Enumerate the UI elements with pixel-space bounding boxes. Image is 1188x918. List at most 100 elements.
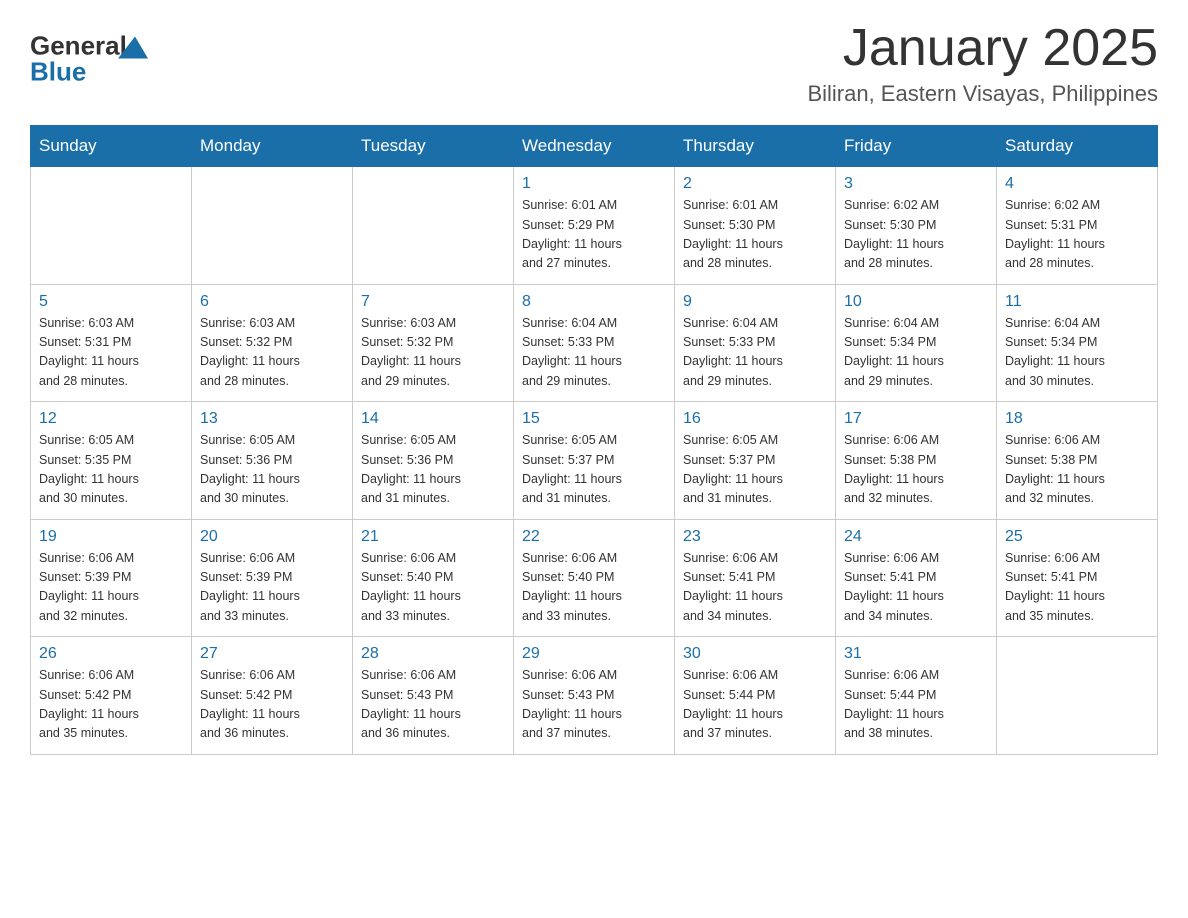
- day-info: Sunrise: 6:06 AM Sunset: 5:38 PM Dayligh…: [1005, 431, 1149, 509]
- day-info: Sunrise: 6:05 AM Sunset: 5:37 PM Dayligh…: [522, 431, 666, 509]
- day-info: Sunrise: 6:06 AM Sunset: 5:41 PM Dayligh…: [1005, 549, 1149, 627]
- day-info: Sunrise: 6:01 AM Sunset: 5:30 PM Dayligh…: [683, 196, 827, 274]
- day-info: Sunrise: 6:06 AM Sunset: 5:39 PM Dayligh…: [39, 549, 183, 627]
- col-wednesday: Wednesday: [514, 126, 675, 167]
- day-number: 4: [1005, 175, 1149, 193]
- table-row: 21 Sunrise: 6:06 AM Sunset: 5:40 PM Dayli…: [353, 519, 514, 637]
- day-info: Sunrise: 6:04 AM Sunset: 5:33 PM Dayligh…: [683, 314, 827, 392]
- table-row: [353, 167, 514, 285]
- calendar-week-row: 1 Sunrise: 6:01 AM Sunset: 5:29 PM Daylig…: [31, 167, 1158, 285]
- day-info: Sunrise: 6:01 AM Sunset: 5:29 PM Dayligh…: [522, 196, 666, 274]
- day-number: 6: [200, 293, 344, 311]
- table-row: 15 Sunrise: 6:05 AM Sunset: 5:37 PM Dayli…: [514, 402, 675, 520]
- table-row: 1 Sunrise: 6:01 AM Sunset: 5:29 PM Daylig…: [514, 167, 675, 285]
- day-number: 21: [361, 528, 505, 546]
- day-number: 7: [361, 293, 505, 311]
- calendar-week-row: 19 Sunrise: 6:06 AM Sunset: 5:39 PM Dayli…: [31, 519, 1158, 637]
- table-row: 24Sunrise: 6:06 AM Sunset: 5:41 PM Dayli…: [836, 519, 997, 637]
- day-info: Sunrise: 6:06 AM Sunset: 5:44 PM Dayligh…: [683, 666, 827, 744]
- calendar-week-row: 26 Sunrise: 6:06 AM Sunset: 5:42 PM Dayli…: [31, 637, 1158, 755]
- day-number: 25: [1005, 528, 1149, 546]
- day-number: 28: [361, 645, 505, 663]
- table-row: 30Sunrise: 6:06 AM Sunset: 5:44 PM Dayli…: [675, 637, 836, 755]
- col-tuesday: Tuesday: [353, 126, 514, 167]
- day-number: 23: [683, 528, 827, 546]
- day-number: 3: [844, 175, 988, 193]
- day-number: 16: [683, 410, 827, 428]
- calendar-header-row: Sunday Monday Tuesday Wednesday Thursday…: [31, 126, 1158, 167]
- day-info: Sunrise: 6:04 AM Sunset: 5:33 PM Dayligh…: [522, 314, 666, 392]
- table-row: 14Sunrise: 6:05 AM Sunset: 5:36 PM Dayli…: [353, 402, 514, 520]
- table-row: 11 Sunrise: 6:04 AM Sunset: 5:34 PM Dayli…: [997, 284, 1158, 402]
- day-number: 5: [39, 293, 183, 311]
- table-row: 25 Sunrise: 6:06 AM Sunset: 5:41 PM Dayli…: [997, 519, 1158, 637]
- logo: General Blue: [30, 20, 160, 90]
- day-number: 1: [522, 175, 666, 193]
- day-info: Sunrise: 6:06 AM Sunset: 5:38 PM Dayligh…: [844, 431, 988, 509]
- location-subtitle: Biliran, Eastern Visayas, Philippines: [807, 81, 1158, 107]
- day-number: 27: [200, 645, 344, 663]
- table-row: 3Sunrise: 6:02 AM Sunset: 5:30 PM Daylig…: [836, 167, 997, 285]
- day-info: Sunrise: 6:06 AM Sunset: 5:40 PM Dayligh…: [522, 549, 666, 627]
- day-number: 18: [1005, 410, 1149, 428]
- table-row: 12 Sunrise: 6:05 AM Sunset: 5:35 PM Dayli…: [31, 402, 192, 520]
- table-row: 27 Sunrise: 6:06 AM Sunset: 5:42 PM Dayli…: [192, 637, 353, 755]
- day-info: Sunrise: 6:02 AM Sunset: 5:31 PM Dayligh…: [1005, 196, 1149, 274]
- day-info: Sunrise: 6:05 AM Sunset: 5:35 PM Dayligh…: [39, 431, 183, 509]
- day-info: Sunrise: 6:03 AM Sunset: 5:32 PM Dayligh…: [361, 314, 505, 392]
- day-number: 13: [200, 410, 344, 428]
- day-info: Sunrise: 6:06 AM Sunset: 5:42 PM Dayligh…: [39, 666, 183, 744]
- calendar-table: Sunday Monday Tuesday Wednesday Thursday…: [30, 125, 1158, 755]
- day-info: Sunrise: 6:05 AM Sunset: 5:37 PM Dayligh…: [683, 431, 827, 509]
- table-row: 22 Sunrise: 6:06 AM Sunset: 5:40 PM Dayli…: [514, 519, 675, 637]
- logo-image: General Blue: [30, 20, 160, 90]
- day-info: Sunrise: 6:04 AM Sunset: 5:34 PM Dayligh…: [844, 314, 988, 392]
- table-row: 17Sunrise: 6:06 AM Sunset: 5:38 PM Dayli…: [836, 402, 997, 520]
- table-row: 28 Sunrise: 6:06 AM Sunset: 5:43 PM Dayli…: [353, 637, 514, 755]
- day-number: 9: [683, 293, 827, 311]
- day-number: 20: [200, 528, 344, 546]
- day-number: 31: [844, 645, 988, 663]
- table-row: [997, 637, 1158, 755]
- calendar-body: 1 Sunrise: 6:01 AM Sunset: 5:29 PM Daylig…: [31, 167, 1158, 755]
- table-row: 19 Sunrise: 6:06 AM Sunset: 5:39 PM Dayli…: [31, 519, 192, 637]
- month-title: January 2025: [807, 20, 1158, 77]
- table-row: 26 Sunrise: 6:06 AM Sunset: 5:42 PM Dayli…: [31, 637, 192, 755]
- day-info: Sunrise: 6:06 AM Sunset: 5:39 PM Dayligh…: [200, 549, 344, 627]
- table-row: 23 Sunrise: 6:06 AM Sunset: 5:41 PM Dayli…: [675, 519, 836, 637]
- table-row: [31, 167, 192, 285]
- page-header: General Blue January 2025 Biliran, Easte…: [30, 20, 1158, 107]
- table-row: 2Sunrise: 6:01 AM Sunset: 5:30 PM Daylig…: [675, 167, 836, 285]
- table-row: 4 Sunrise: 6:02 AM Sunset: 5:31 PM Daylig…: [997, 167, 1158, 285]
- day-number: 8: [522, 293, 666, 311]
- day-info: Sunrise: 6:06 AM Sunset: 5:41 PM Dayligh…: [844, 549, 988, 627]
- day-number: 15: [522, 410, 666, 428]
- col-friday: Friday: [836, 126, 997, 167]
- table-row: 5 Sunrise: 6:03 AM Sunset: 5:31 PM Daylig…: [31, 284, 192, 402]
- day-info: Sunrise: 6:04 AM Sunset: 5:34 PM Dayligh…: [1005, 314, 1149, 392]
- day-number: 22: [522, 528, 666, 546]
- day-number: 26: [39, 645, 183, 663]
- day-number: 11: [1005, 293, 1149, 311]
- col-saturday: Saturday: [997, 126, 1158, 167]
- table-row: 31Sunrise: 6:06 AM Sunset: 5:44 PM Dayli…: [836, 637, 997, 755]
- table-row: 13Sunrise: 6:05 AM Sunset: 5:36 PM Dayli…: [192, 402, 353, 520]
- day-info: Sunrise: 6:06 AM Sunset: 5:43 PM Dayligh…: [522, 666, 666, 744]
- day-number: 10: [844, 293, 988, 311]
- col-thursday: Thursday: [675, 126, 836, 167]
- day-info: Sunrise: 6:06 AM Sunset: 5:40 PM Dayligh…: [361, 549, 505, 627]
- day-number: 19: [39, 528, 183, 546]
- day-info: Sunrise: 6:06 AM Sunset: 5:42 PM Dayligh…: [200, 666, 344, 744]
- day-info: Sunrise: 6:05 AM Sunset: 5:36 PM Dayligh…: [361, 431, 505, 509]
- col-monday: Monday: [192, 126, 353, 167]
- table-row: 18 Sunrise: 6:06 AM Sunset: 5:38 PM Dayli…: [997, 402, 1158, 520]
- day-info: Sunrise: 6:03 AM Sunset: 5:32 PM Dayligh…: [200, 314, 344, 392]
- title-block: January 2025 Biliran, Eastern Visayas, P…: [807, 20, 1158, 107]
- day-number: 29: [522, 645, 666, 663]
- day-info: Sunrise: 6:06 AM Sunset: 5:41 PM Dayligh…: [683, 549, 827, 627]
- day-number: 12: [39, 410, 183, 428]
- table-row: 20 Sunrise: 6:06 AM Sunset: 5:39 PM Dayli…: [192, 519, 353, 637]
- table-row: 29 Sunrise: 6:06 AM Sunset: 5:43 PM Dayli…: [514, 637, 675, 755]
- day-info: Sunrise: 6:06 AM Sunset: 5:43 PM Dayligh…: [361, 666, 505, 744]
- day-info: Sunrise: 6:03 AM Sunset: 5:31 PM Dayligh…: [39, 314, 183, 392]
